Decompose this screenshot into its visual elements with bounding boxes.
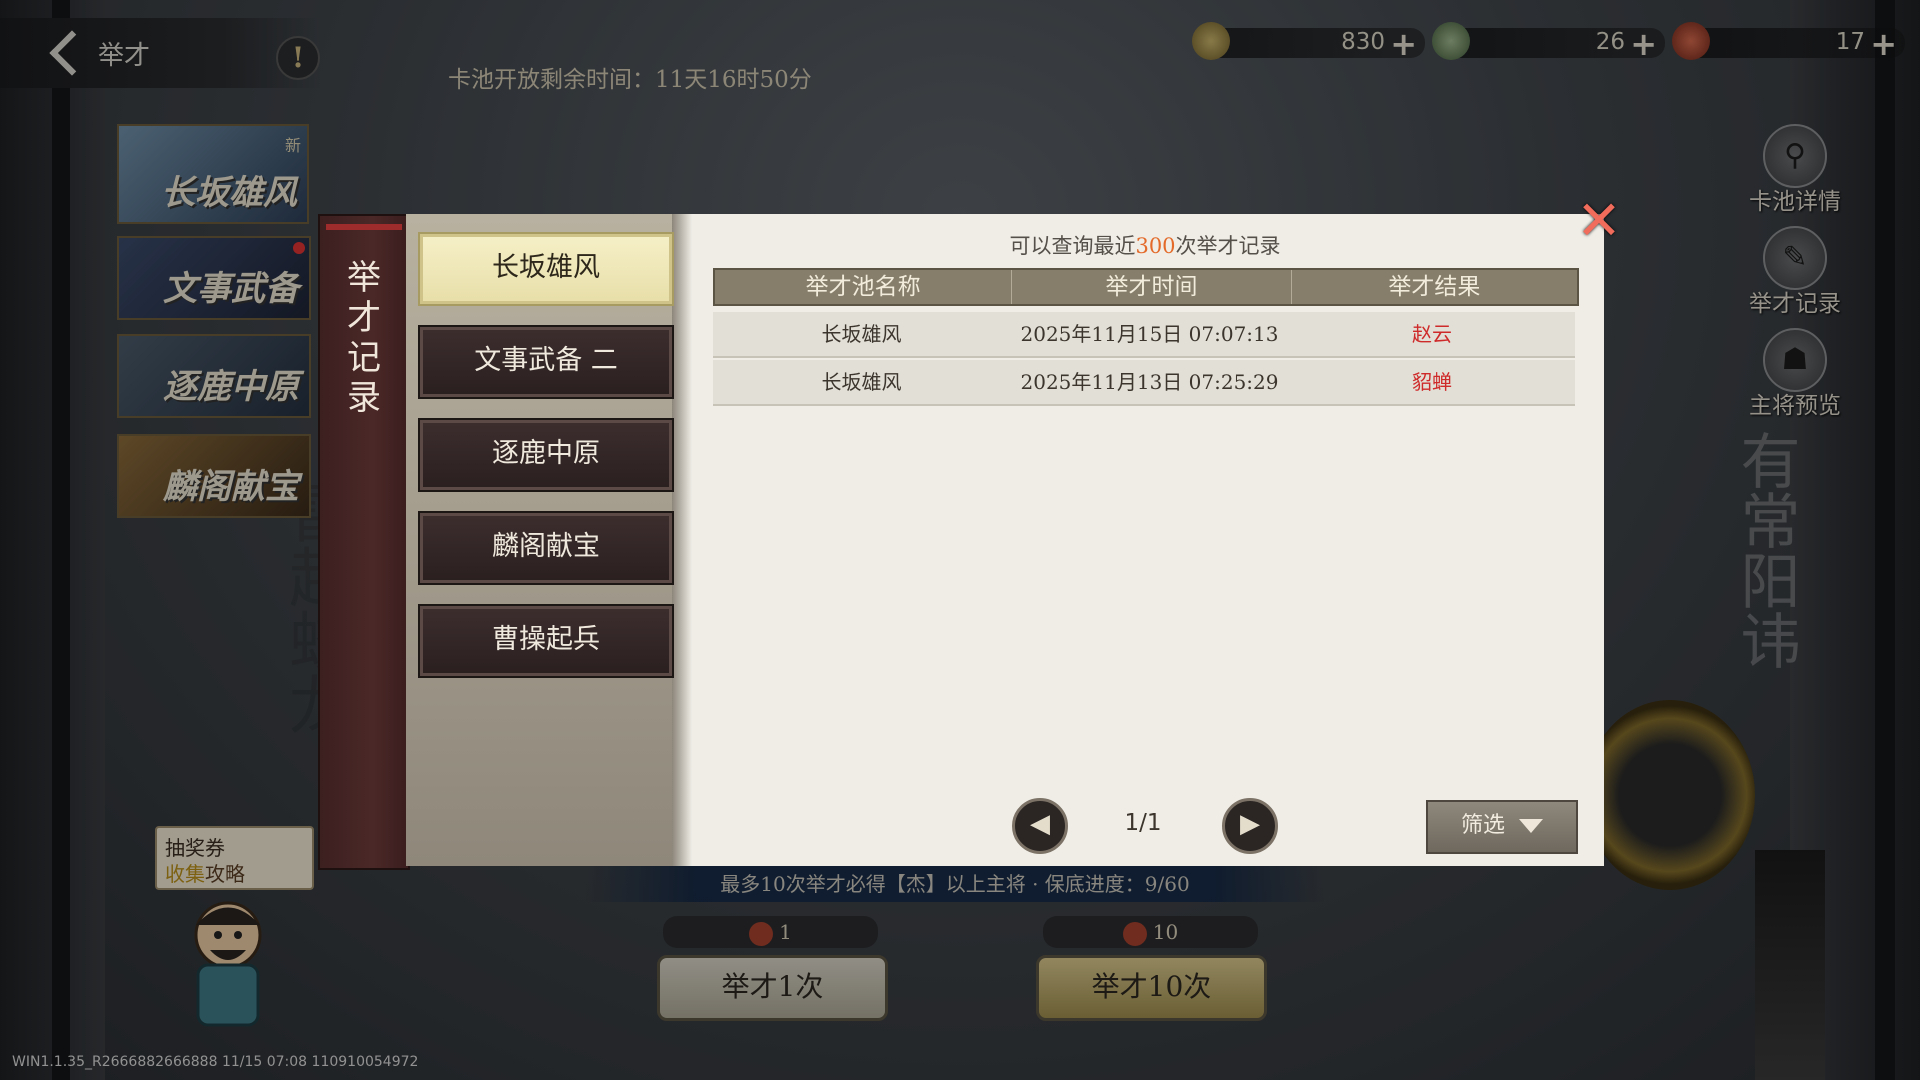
pool-tab-caocao[interactable]: 曹操起兵 bbox=[418, 604, 674, 678]
column-pool-name: 举才池名称 bbox=[715, 270, 1013, 304]
filter-button[interactable]: 筛选 bbox=[1426, 800, 1578, 854]
table-row: 长坂雄风 2025年11月13日 07:25:29 貂蝉 bbox=[713, 360, 1575, 406]
row-result: 赵云 bbox=[1412, 322, 1452, 346]
page-indicator: 1/1 bbox=[1124, 810, 1162, 836]
row-time: 2025年11月15日 07:07:13 bbox=[1020, 322, 1279, 346]
hint-count: 300 bbox=[1135, 234, 1176, 258]
modal-side-tab: 举才记录 bbox=[318, 214, 410, 870]
row-pool: 长坂雄风 bbox=[821, 322, 902, 346]
pool-tab-changban[interactable]: 长坂雄风 bbox=[418, 232, 674, 306]
pool-tab-zhulu[interactable]: 逐鹿中原 bbox=[418, 418, 674, 492]
table-row: 长坂雄风 2025年11月15日 07:07:13 赵云 bbox=[713, 312, 1575, 358]
record-hint: 可以查询最近300次举才记录 bbox=[686, 230, 1604, 260]
hint-prefix: 可以查询最近 bbox=[1009, 234, 1136, 258]
pool-tab-wenshi[interactable]: 文事武备 二 bbox=[418, 325, 674, 399]
pool-tab-linge[interactable]: 麟阁献宝 bbox=[418, 511, 674, 585]
column-draw-result: 举才结果 bbox=[1388, 274, 1481, 300]
side-tab-accent bbox=[326, 224, 402, 230]
funnel-icon bbox=[1519, 819, 1543, 833]
row-pool: 长坂雄风 bbox=[821, 370, 902, 394]
filter-label: 筛选 bbox=[1460, 813, 1505, 838]
hint-suffix: 次举才记录 bbox=[1175, 234, 1281, 258]
row-result: 貂蝉 bbox=[1412, 370, 1452, 394]
modal-title: 举才记录 bbox=[347, 258, 381, 418]
prev-page-button[interactable]: ◀ bbox=[1012, 798, 1068, 854]
column-draw-time: 举才时间 bbox=[1012, 270, 1292, 304]
next-page-button[interactable]: ▶ bbox=[1222, 798, 1278, 854]
record-table-header: 举才池名称 举才时间 举才结果 bbox=[713, 268, 1579, 306]
row-time: 2025年11月13日 07:25:29 bbox=[1020, 370, 1279, 394]
